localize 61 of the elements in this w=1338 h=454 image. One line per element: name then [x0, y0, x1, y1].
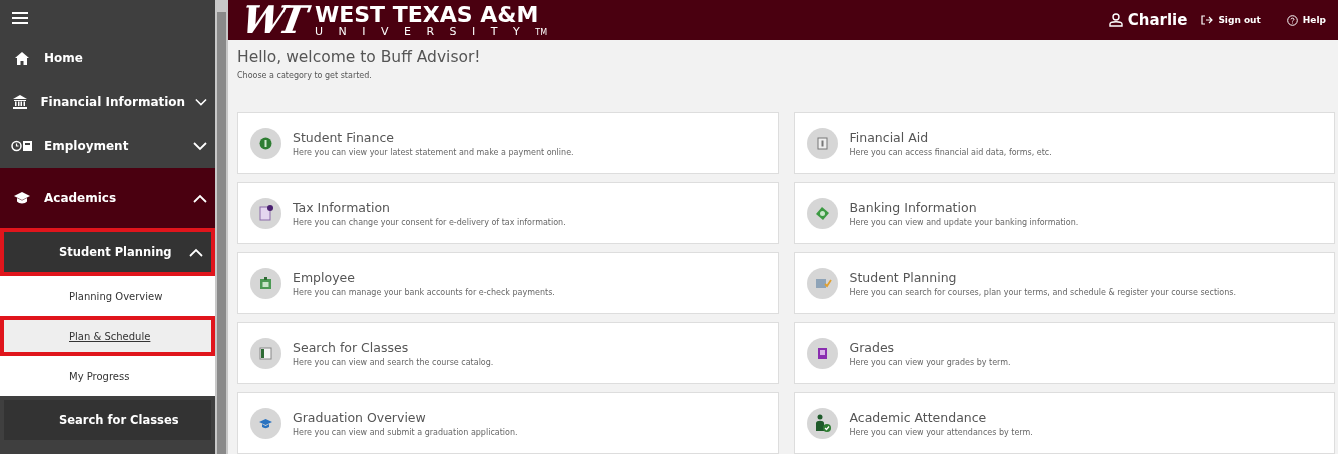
help-icon — [1286, 14, 1298, 26]
chevron-up-icon[interactable] — [193, 193, 207, 203]
card-title: Banking Information — [849, 199, 978, 215]
category-card[interactable]: Employee Here you can manage your bank accounts for e-check payments. — [237, 252, 779, 314]
menu-icon — [12, 12, 28, 24]
card-description: Here you can access financial aid data, forms, etc. — [849, 147, 1052, 157]
card-title: Financial Aid — [849, 129, 930, 145]
welcome-title: Hello, welcome to Buff Advisor! — [237, 48, 482, 66]
logo-subtitle: UNIVERSITY — [314, 25, 536, 37]
badge-icon — [250, 267, 281, 299]
category-card[interactable]: Student Finance Here you can view your latest statement and make a payment online. — [237, 112, 779, 174]
card-description: Here you can view your grades by term. — [849, 357, 1011, 367]
card-description: Here you can view and search the course catalog. — [293, 357, 494, 367]
category-card[interactable]: Financial Aid Here you can access financial aid data, forms, etc. — [793, 112, 1335, 174]
clock-badge-icon — [11, 140, 33, 152]
graduation-cap-icon — [14, 192, 30, 204]
card-title: Tax Information — [293, 199, 391, 215]
chevron-down-icon[interactable] — [193, 141, 207, 151]
category-card[interactable]: Banking Information Here you can view and update your banking information. — [793, 182, 1335, 244]
card-title: Search for Classes — [293, 339, 410, 355]
catalog-icon — [250, 337, 281, 369]
category-card[interactable]: Grades Here you can view your grades by term. — [793, 322, 1335, 384]
card-description: Here you can change your consent for e-delivery of tax information. — [293, 217, 566, 227]
nav-item[interactable]: Academics — [0, 168, 215, 228]
card-description: Here you can view and update your banking information. — [849, 217, 1079, 227]
card-title: Graduation Overview — [293, 409, 427, 425]
sign-out-link[interactable]: Sign out — [1201, 15, 1261, 25]
card-title: Grades — [849, 339, 896, 355]
category-card[interactable]: Search for Classes Here you can view and search the course catalog. — [237, 322, 779, 384]
logo-title: WEST TEXAS A&M — [314, 3, 540, 26]
user-link[interactable]: Charlie — [1108, 11, 1188, 29]
bank-icon — [13, 95, 28, 109]
coin-icon — [250, 127, 281, 159]
card-description: Here you can search for courses, plan your terms, and schedule & register your course sections. — [849, 287, 1236, 297]
trademark: TM — [535, 28, 548, 37]
home-icon — [15, 51, 29, 65]
category-card[interactable]: Academic Attendance Here you can view your attendances by term. — [793, 392, 1335, 454]
person-check-icon — [806, 407, 838, 439]
category-card[interactable]: Graduation Overview Here you can view and submit a graduation application. — [237, 392, 779, 454]
scrollbar-thumb[interactable] — [217, 12, 226, 454]
card-description: Here you can view your attendances by term. — [849, 427, 1033, 437]
card-description: Here you can view your latest statement and make a payment online. — [293, 147, 574, 157]
card-title: Student Planning — [849, 269, 958, 285]
card-title: Academic Attendance — [849, 409, 988, 425]
document-icon — [250, 197, 281, 229]
graduation-cap-icon — [250, 407, 281, 439]
chevron-up-icon[interactable] — [189, 247, 203, 257]
card-title: Employee — [293, 269, 356, 285]
sign-out-icon — [1201, 15, 1214, 25]
help-link[interactable]: Help — [1286, 14, 1326, 26]
card-description: Here you can manage your bank accounts for e-check payments. — [293, 287, 555, 297]
book-icon — [806, 337, 838, 369]
category-card[interactable]: Student Planning Here you can search for courses, plan your terms, and schedule & register your course sections. — [793, 252, 1335, 314]
card-title: Student Finance — [293, 129, 395, 145]
calendar-check-icon — [806, 267, 838, 299]
user-icon — [1108, 13, 1123, 27]
welcome-subtitle: Choose a category to get started. — [237, 71, 373, 80]
nav-subitem[interactable]: Search for Classes — [4, 400, 211, 440]
category-card[interactable]: Tax Information Here you can change your consent for e-delivery of tax information. — [237, 182, 779, 244]
card-description: Here you can view and submit a graduation application. — [293, 427, 518, 437]
chevron-down-icon[interactable] — [195, 97, 207, 107]
